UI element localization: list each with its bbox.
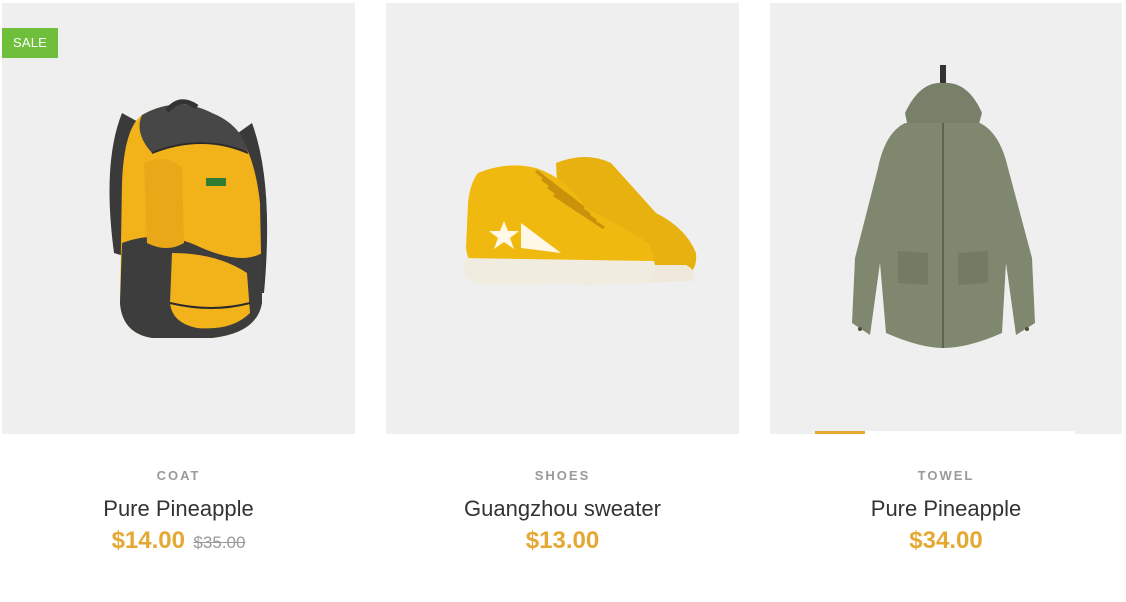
jacket-icon <box>852 65 1035 348</box>
product-name[interactable]: Guangzhou sweater <box>386 496 739 522</box>
product-image-container[interactable] <box>386 3 739 434</box>
product-old-price: $35.00 <box>193 533 246 552</box>
product-image-container[interactable] <box>770 3 1122 434</box>
hover-indicator <box>815 431 865 434</box>
product-card[interactable]: SALE COAT Pure Pineapple $14.00 $35.00 <box>2 3 355 555</box>
product-card[interactable]: TOWEL Pure Pineapple $34.00 <box>770 3 1122 555</box>
product-name[interactable]: Pure Pineapple <box>770 496 1122 522</box>
product-category[interactable]: SHOES <box>386 468 739 483</box>
product-price: $14.00 <box>111 527 185 554</box>
product-price: $34.00 <box>909 527 983 554</box>
backpack-icon <box>109 99 268 338</box>
product-price: $13.00 <box>525 527 600 554</box>
product-card[interactable]: SHOES Guangzhou sweater $13.00 <box>386 3 739 555</box>
hover-indicator-track <box>865 431 1075 434</box>
price-row: $34.00 <box>770 527 1122 555</box>
price-row: $14.00 $35.00 <box>2 527 355 555</box>
product-name[interactable]: Pure Pineapple <box>2 496 355 522</box>
product-category[interactable]: COAT <box>2 468 355 483</box>
product-image-container[interactable]: SALE <box>2 3 355 434</box>
product-category[interactable]: TOWEL <box>770 468 1122 483</box>
product-grid: SALE COAT Pure Pineapple $14.00 $35.00 S… <box>0 0 1126 602</box>
sneakers-icon <box>464 157 697 285</box>
price-row: $13.00 <box>386 527 739 555</box>
